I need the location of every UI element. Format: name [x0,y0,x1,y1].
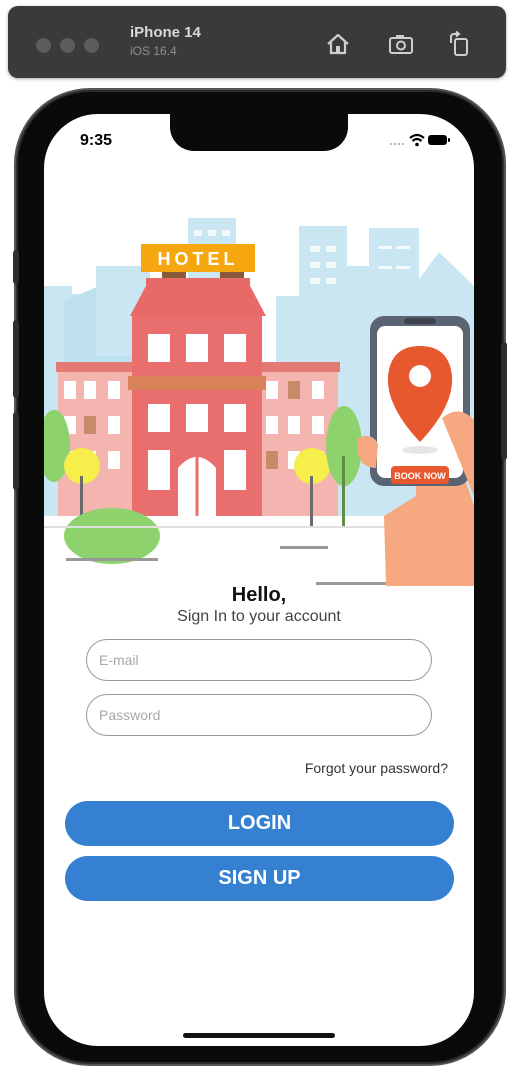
screenshot-icon[interactable] [387,30,415,58]
greeting-subtitle: Sign In to your account [177,608,341,625]
signup-button[interactable]: SIGN UP [65,856,454,901]
hand-holding-phone: BOOK NOW [358,316,474,586]
home-icon[interactable] [324,30,352,58]
status-time: 9:35 [80,132,113,149]
hotel-illustration: HOTEL BOOK NOW [44,218,474,586]
hotel-sign-text: HOTEL [158,249,239,269]
volume-down-button [13,412,19,490]
window-close-dot[interactable] [36,38,51,53]
window-minimize-dot[interactable] [60,38,75,53]
email-input[interactable] [86,639,432,681]
rotate-icon[interactable] [446,30,474,58]
home-indicator [183,1033,335,1038]
greeting-title: Hello, [231,584,287,606]
hotel-building [128,278,266,516]
device-name: iPhone 14 [130,24,201,41]
power-button [501,342,507,460]
battery-icon [428,135,450,145]
password-input[interactable] [86,694,432,736]
volume-up-button [13,320,19,398]
wifi-icon [409,133,425,147]
notch [170,114,348,151]
simulator-toolbar: iPhone 14 iOS 16.4 [8,6,506,78]
app-screen: 9:35 HOTEL BOOK NOW Hello, Sign In to yo… [44,114,474,1046]
book-now-label: BOOK NOW [394,471,446,481]
forgot-password-link[interactable]: Forgot your password? [305,760,448,776]
signal-icon [390,143,404,145]
silent-switch [13,250,19,284]
window-zoom-dot[interactable] [84,38,99,53]
os-version: iOS 16.4 [130,44,177,58]
login-button[interactable]: LOGIN [65,801,454,846]
status-icons [390,133,450,147]
